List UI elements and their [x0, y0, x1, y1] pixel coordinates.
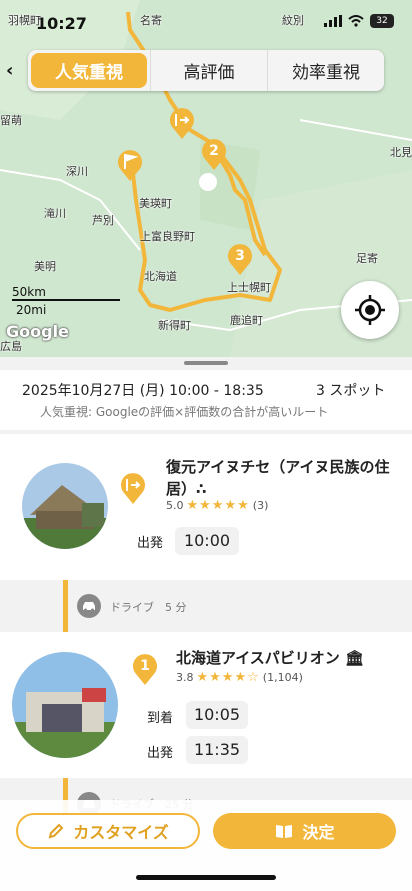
route-datetime: 2025年10月27日 (月) 10:00 - 18:35	[22, 383, 264, 399]
stop-marker-1: 1	[131, 652, 159, 686]
place-photo	[12, 652, 118, 758]
map-label: 紋別	[282, 14, 304, 27]
arrive-label: 到着	[147, 711, 174, 726]
star-rating-icon: ★★★★★	[186, 498, 250, 513]
map-label: 美明	[34, 260, 56, 273]
decide-button[interactable]: 決定	[213, 813, 396, 849]
route-mode-tabs: 人気重視 高評価 効率重視	[28, 50, 384, 91]
marker-number: 1	[140, 658, 150, 674]
place-title-line: 復元アイヌチセ（アイヌ民族の住	[166, 458, 390, 476]
book-icon	[276, 825, 293, 838]
map-label: 留萌	[0, 114, 22, 127]
stop-marker-3[interactable]: 3	[226, 242, 254, 276]
arrive-time[interactable]: 10:05	[186, 701, 248, 729]
route-summary: 2025年10月27日 (月) 10:00 - 18:35 3 スポット 人気重…	[0, 370, 412, 430]
bottom-action-bar: カスタマイズ 決定	[0, 800, 412, 891]
stop-marker-2[interactable]: 2	[200, 137, 228, 171]
sheet-drag-handle[interactable]	[184, 361, 228, 365]
tab-high-rating[interactable]: 高評価	[150, 50, 267, 91]
back-chevron-icon[interactable]: ‹	[6, 60, 13, 81]
map-label: 美瑛町	[139, 197, 172, 210]
map-label: 羽幌町	[8, 14, 41, 27]
place-photo	[22, 463, 108, 549]
map-label: 鹿追町	[230, 314, 263, 327]
map-label: 上富良野町	[140, 230, 195, 243]
rating-count: (3)	[252, 499, 269, 512]
start-marker-icon	[121, 473, 145, 504]
battery-icon: 32	[370, 14, 394, 28]
rating-value: 3.8	[176, 671, 194, 684]
depart-time[interactable]: 10:00	[175, 527, 239, 555]
map-label: 北見	[390, 146, 412, 159]
customize-label: カスタマイズ	[73, 823, 169, 842]
car-icon	[77, 594, 101, 618]
place-title: 北海道アイスパビリオン 🏛	[176, 649, 365, 667]
stop-card-start[interactable]: 復元アイヌチセ（アイヌ民族の住 居）∴ 5.0 ★★★★★ (3) 出発 10:…	[0, 434, 412, 580]
rating-value: 5.0	[166, 499, 184, 512]
marker-number: 3	[235, 248, 245, 264]
map-label: 北海道	[144, 270, 177, 283]
drive-duration: ドライブ 5 分	[110, 601, 187, 614]
stop-card-1[interactable]: 1 北海道アイスパビリオン 🏛 3.8 ★★★★☆ (1,104) 到着 10:…	[0, 632, 412, 778]
crosshair-icon	[355, 295, 385, 325]
status-time: 10:27	[36, 14, 87, 33]
map-label: 深川	[66, 165, 88, 178]
place-title: 復元アイヌチセ（アイヌ民族の住 居）∴	[166, 456, 402, 500]
depart-label: 出発	[137, 536, 164, 551]
scale-km: 50km	[12, 285, 46, 299]
goal-flag-marker-icon[interactable]	[116, 148, 144, 182]
star-rating-icon: ★★★★☆	[196, 670, 260, 685]
map-label: 上士幌町	[227, 281, 271, 294]
my-location-button[interactable]	[341, 281, 399, 339]
customize-button[interactable]: カスタマイズ	[16, 813, 200, 849]
marker-number: 2	[209, 143, 219, 159]
route-description: 人気重視: Googleの評価×評価数の合計が高いルート	[40, 405, 329, 419]
google-logo: Google	[6, 322, 69, 341]
pencil-icon	[48, 823, 64, 839]
start-marker-icon[interactable]	[168, 106, 196, 140]
place-title-line: 居）∴	[166, 480, 207, 498]
app-root: 10:27 32 羽幌町 名寄 紋別 留萌 深川 美瑛町 上富良野町 芦別 滝川…	[0, 0, 412, 891]
map-label: 新得町	[158, 319, 191, 332]
signal-icon	[324, 15, 342, 27]
map-label: 足寄	[356, 252, 378, 265]
status-icons: 32	[324, 14, 394, 28]
place-rating: 5.0 ★★★★★ (3)	[166, 498, 268, 513]
rating-count: (1,104)	[262, 671, 303, 684]
scale-mi: 20mi	[16, 303, 47, 317]
route-spot-count: 3 スポット	[316, 383, 386, 399]
tab-popular[interactable]: 人気重視	[31, 53, 147, 88]
drive-segment: ドライブ 5 分	[0, 582, 412, 632]
depart-time[interactable]: 11:35	[186, 736, 248, 764]
decide-label: 決定	[302, 823, 335, 842]
map-label: 芦別	[92, 214, 114, 227]
home-indicator	[136, 875, 276, 880]
depart-label: 出発	[147, 746, 174, 761]
map-label: 名寄	[140, 14, 162, 27]
map-label: 滝川	[44, 207, 66, 220]
place-rating: 3.8 ★★★★☆ (1,104)	[176, 670, 303, 685]
map-scale: 50km 20mi	[12, 285, 120, 317]
status-bar: 10:27 32	[0, 0, 412, 40]
tab-efficiency[interactable]: 効率重視	[267, 50, 384, 91]
wifi-icon	[348, 15, 364, 27]
